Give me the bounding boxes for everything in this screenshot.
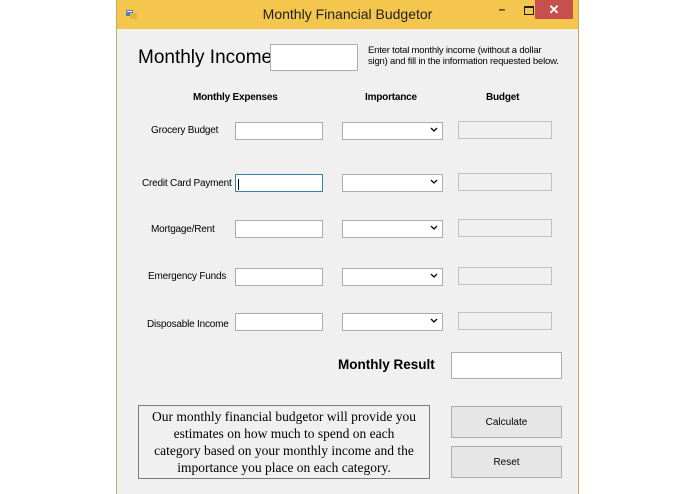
emergency-input[interactable] xyxy=(235,268,323,286)
result-label: Monthly Result xyxy=(338,357,435,372)
chevron-down-icon xyxy=(430,225,438,230)
disposable-input[interactable] xyxy=(235,313,323,331)
disposable-budget-output xyxy=(458,312,552,330)
text-caret xyxy=(238,179,239,190)
chevron-down-icon xyxy=(430,127,438,132)
minimize-button[interactable]: – xyxy=(489,0,515,20)
description-line: importance you place on each category. xyxy=(177,460,391,475)
income-label: Monthly Income xyxy=(138,47,273,68)
mortgage-budget-output xyxy=(458,219,552,237)
income-hint-line2: sign) and fill in the information reques… xyxy=(368,56,559,67)
credit-card-budget-output xyxy=(458,173,552,191)
description-box: Our monthly financial budgetor will prov… xyxy=(138,405,430,479)
mortgage-importance-select[interactable] xyxy=(342,220,443,238)
income-input[interactable] xyxy=(270,44,358,71)
chevron-down-icon xyxy=(430,179,438,184)
grocery-importance-select[interactable] xyxy=(342,122,443,140)
credit-card-importance-select[interactable] xyxy=(342,174,443,192)
disposable-importance-select[interactable] xyxy=(342,313,443,331)
mortgage-input[interactable] xyxy=(235,220,323,238)
emergency-importance-select[interactable] xyxy=(342,268,443,286)
close-button[interactable]: ✕ xyxy=(535,0,573,19)
description-line: Our monthly financial budgetor will prov… xyxy=(152,409,416,424)
expenses-header: Monthly Expenses xyxy=(193,92,278,103)
description-line: estimates on how much to spend on each xyxy=(173,426,395,441)
budgetor-window: Monthly Financial Budgetor – ✕ Monthly I… xyxy=(116,0,579,494)
title-bar[interactable]: Monthly Financial Budgetor – ✕ xyxy=(117,0,578,29)
credit-card-label: Credit Card Payment xyxy=(142,178,232,189)
income-hint-line1: Enter total monthly income (without a do… xyxy=(368,45,542,56)
reset-button[interactable]: Reset xyxy=(451,446,562,478)
importance-header: Importance xyxy=(365,92,417,103)
calculate-button[interactable]: Calculate xyxy=(451,406,562,438)
emergency-budget-output xyxy=(458,267,552,285)
chevron-down-icon xyxy=(430,318,438,323)
budget-header: Budget xyxy=(486,92,520,103)
credit-card-input[interactable] xyxy=(235,174,323,192)
emergency-label: Emergency Funds xyxy=(148,271,227,282)
chevron-down-icon xyxy=(430,273,438,278)
disposable-label: Disposable Income xyxy=(147,319,229,330)
grocery-input[interactable] xyxy=(235,122,323,140)
result-output[interactable] xyxy=(451,352,562,379)
grocery-label: Grocery Budget xyxy=(151,125,219,136)
maximize-icon xyxy=(524,6,534,15)
description-line: category based on your monthly income an… xyxy=(154,443,414,458)
grocery-budget-output xyxy=(458,121,552,139)
mortgage-label: Mortgage/Rent xyxy=(151,224,215,235)
